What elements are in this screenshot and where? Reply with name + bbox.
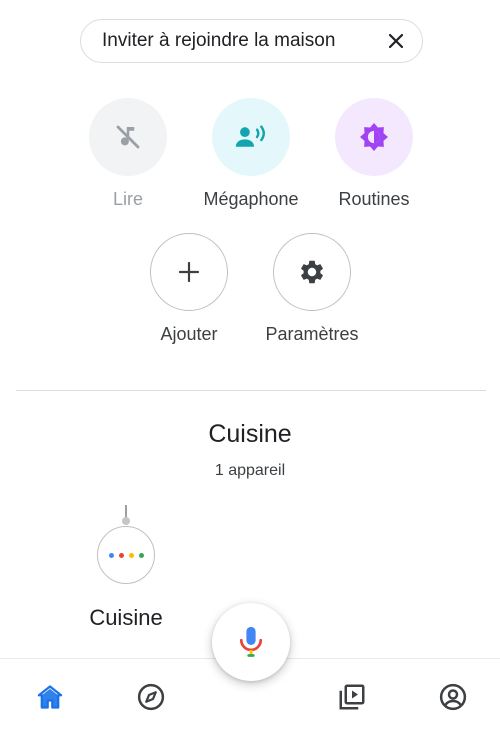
- action-megaphone[interactable]: Mégaphone: [191, 98, 311, 210]
- google-home-mini-icon: [97, 526, 155, 584]
- room-title: Cuisine: [208, 420, 292, 448]
- action-label: Mégaphone: [203, 189, 299, 209]
- device-knob: [122, 517, 130, 525]
- device-name: Cuisine: [89, 605, 163, 630]
- action-label: Ajouter: [160, 324, 218, 344]
- assistant-mic-button[interactable]: [212, 603, 290, 681]
- action-parametres[interactable]: Paramètres: [252, 233, 372, 345]
- nav-account[interactable]: [435, 679, 471, 715]
- action-label: Paramètres: [265, 324, 359, 344]
- gear-icon: [273, 233, 351, 311]
- red-dot: [118, 552, 124, 558]
- blue-dot: [108, 552, 114, 558]
- yellow-dot: [128, 552, 134, 558]
- nav-media[interactable]: [334, 679, 370, 715]
- invite-chip[interactable]: Inviter à rejoindre la maison: [80, 19, 423, 63]
- action-label: Routines: [338, 189, 410, 209]
- action-ajouter[interactable]: Ajouter: [129, 233, 249, 345]
- broadcast-icon: [212, 98, 290, 176]
- action-label: Lire: [112, 189, 143, 209]
- action-routines[interactable]: Routines: [314, 98, 434, 210]
- room-device-count: 1 appareil: [214, 462, 286, 479]
- music-off-icon: [89, 98, 167, 176]
- home-icon: [37, 685, 63, 709]
- nav-discover[interactable]: [133, 679, 169, 715]
- section-divider: [16, 390, 486, 391]
- mic-icon: [239, 626, 263, 657]
- media-icon: [339, 684, 365, 710]
- green-dot: [138, 552, 144, 558]
- action-lire[interactable]: Lire: [68, 98, 188, 210]
- account-icon: [439, 683, 467, 711]
- invite-chip-label: Inviter à rejoindre la maison: [102, 30, 336, 51]
- close-icon[interactable]: [386, 31, 406, 51]
- nav-home[interactable]: [32, 679, 68, 715]
- routines-icon: [335, 98, 413, 176]
- plus-icon: [150, 233, 228, 311]
- discover-compass-icon: [137, 683, 165, 711]
